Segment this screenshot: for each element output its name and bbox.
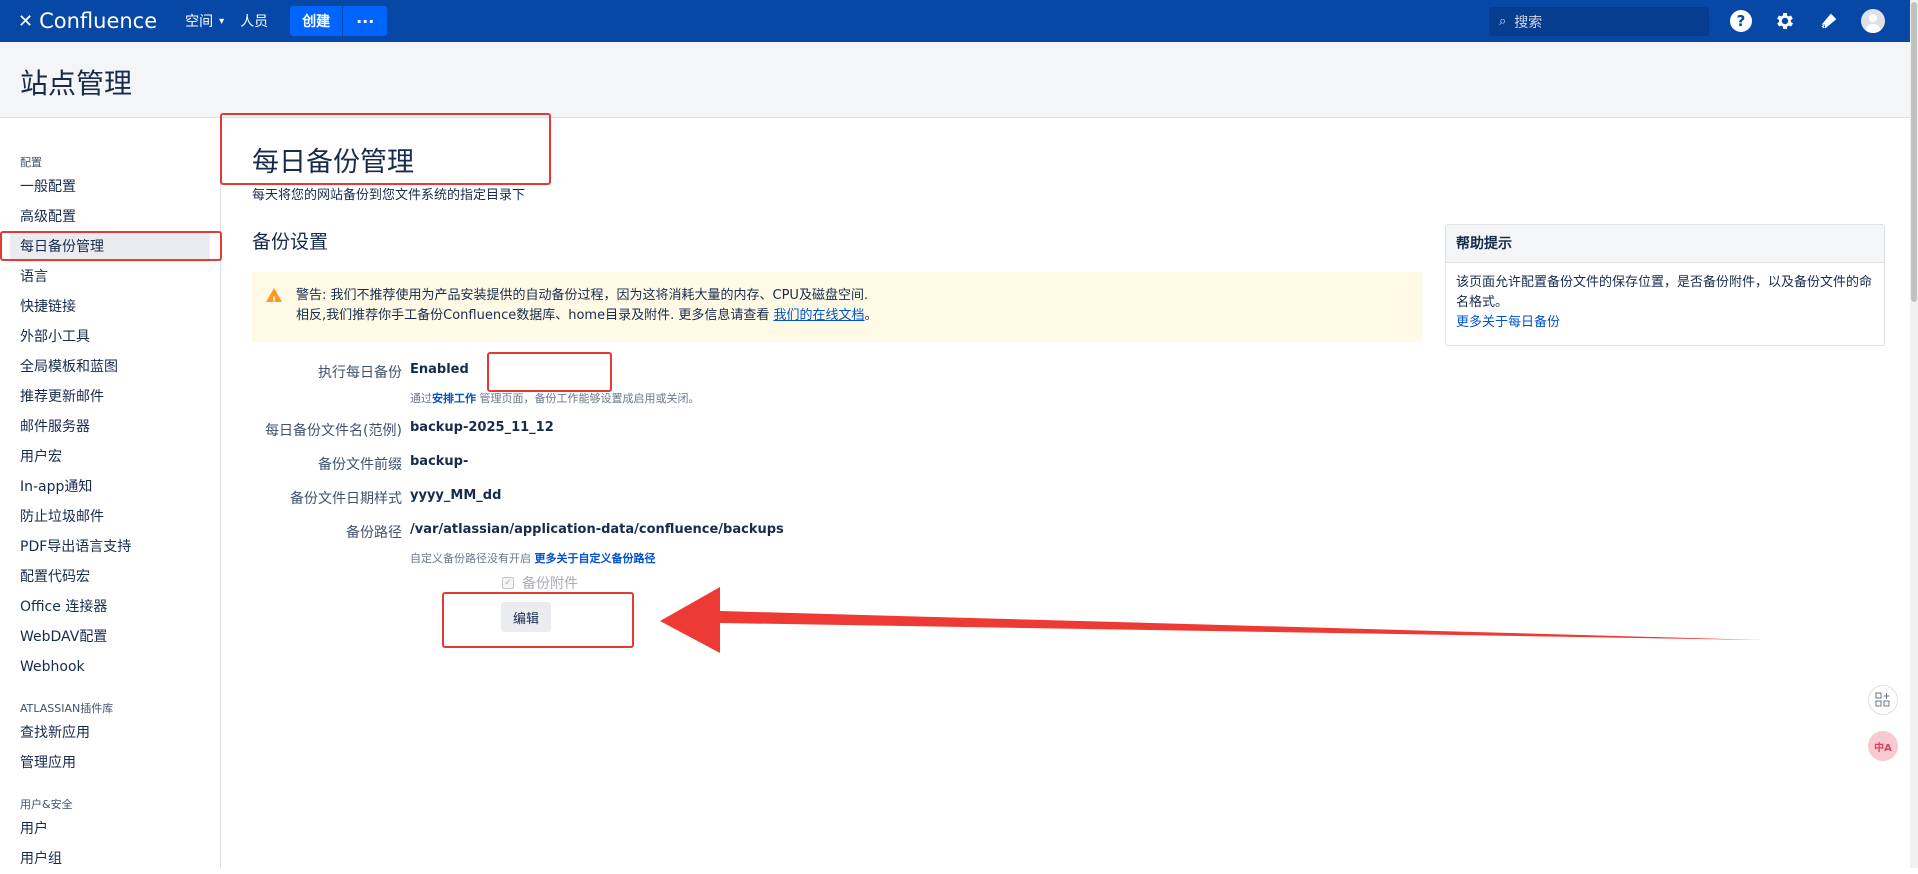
annotation-arrow-icon — [660, 587, 1762, 653]
confluence-logo[interactable]: ✕ Confluence — [18, 9, 157, 33]
filename-value: backup-2025_11_12 — [410, 420, 554, 435]
sidebar-item-code-macro[interactable]: 配置代码宏 — [0, 562, 220, 592]
sidebar-item-spam-prevention[interactable]: 防止垃圾邮件 — [0, 502, 220, 532]
annotation-box-sidebar — [0, 231, 222, 261]
sidebar-item-user-macros[interactable]: 用户宏 — [0, 442, 220, 472]
backup-path-row: 备份路径 /var/atlassian/application-data/con… — [252, 522, 1152, 544]
section-title: 备份设置 — [252, 231, 329, 253]
warning-line-2-suffix: 。 — [864, 308, 878, 323]
sidebar-item-mail-servers[interactable]: 邮件服务器 — [0, 412, 220, 442]
help-tips-title: 帮助提示 — [1446, 225, 1884, 263]
help-tips-body: 该页面允许配置备份文件的保存位置，是否备份附件，以及备份文件的命名格式。 — [1456, 275, 1873, 310]
annotation-box-heading — [220, 113, 551, 185]
sidebar-item-advanced[interactable]: 高级配置 — [0, 202, 220, 232]
sidebar-section-config: 配置 — [20, 156, 42, 169]
search-input[interactable]: ⌕ 搜索 — [1489, 7, 1709, 36]
sidebar-item-office-connector[interactable]: Office 连接器 — [0, 592, 220, 622]
nav-spaces-label: 空间 — [185, 14, 214, 30]
warning-icon: ! — [266, 288, 282, 306]
page-description: 每天将您的网站备份到您文件系统的指定目录下 — [252, 188, 526, 203]
chevron-down-icon: ▾ — [219, 15, 225, 27]
search-placeholder: 搜索 — [1514, 14, 1543, 31]
sidebar-section-marketplace: ATLASSIAN插件库 — [20, 702, 114, 715]
prefix-value: backup- — [410, 454, 469, 469]
sidebar-item-webhook[interactable]: Webhook — [0, 652, 220, 682]
scheduled-jobs-link[interactable]: 安排工作 — [432, 392, 476, 405]
sidebar-item-shortcut-links[interactable]: 快捷链接 — [0, 292, 220, 322]
custom-path-link[interactable]: 更多关于自定义备份路径 — [535, 552, 656, 565]
sidebar-item-manage-apps[interactable]: 管理应用 — [0, 748, 220, 778]
scrollbar-thumb[interactable] — [1911, 2, 1917, 302]
sidebar-item-pdf-language[interactable]: PDF导出语言支持 — [0, 532, 220, 562]
help-icon[interactable]: ? — [1728, 8, 1754, 34]
notification-icon[interactable] — [1816, 8, 1842, 34]
sidebar-item-find-apps[interactable]: 查找新应用 — [0, 718, 220, 748]
sidebar-item-external-gadgets[interactable]: 外部小工具 — [0, 322, 220, 352]
user-avatar[interactable] — [1860, 8, 1886, 34]
sidebar-item-recommended-email[interactable]: 推荐更新邮件 — [0, 382, 220, 412]
attachments-label: 备份附件 — [522, 576, 578, 592]
translate-icon[interactable]: 中A — [1868, 731, 1898, 761]
prefix-row: 备份文件前缀 backup- — [252, 454, 1152, 476]
nav-people-label: 人员 — [240, 14, 269, 30]
date-format-value: yyyy_MM_dd — [410, 488, 502, 503]
main-content: 每日备份管理 每天将您的网站备份到您文件系统的指定目录下 备份设置 ! 警告: … — [222, 118, 1910, 868]
apps-grid-icon[interactable] — [1868, 685, 1898, 715]
schedule-note: 通过安排工作 管理页面，备份工作能够设置成启用或关闭。 — [410, 390, 700, 406]
daily-backup-row: 执行每日备份 Enabled — [252, 362, 1152, 384]
backup-path-label: 备份路径 — [346, 525, 402, 541]
create-button[interactable]: 创建 — [290, 6, 343, 36]
nav-people[interactable]: 人员 — [232, 0, 276, 42]
attachments-checkbox-row: ✓ 备份附件 — [502, 573, 578, 593]
nav-spaces[interactable]: 空间 ▾ — [177, 0, 232, 42]
date-format-row: 备份文件日期样式 yyyy_MM_dd — [252, 488, 1152, 510]
sidebar-item-in-app-notifications[interactable]: In-app通知 — [0, 472, 220, 502]
gear-icon[interactable] — [1772, 8, 1798, 34]
confluence-logo-icon: ✕ — [18, 10, 34, 32]
filename-row: 每日备份文件名(范例) backup-2025_11_12 — [252, 420, 1152, 442]
warning-line-2: 相反,我们推荐你手工备份Confluence数据库、home目录及附件. 更多信… — [296, 306, 1422, 326]
backup-path-value: /var/atlassian/application-data/confluen… — [410, 522, 784, 537]
help-tips-panel: 帮助提示 该页面允许配置备份文件的保存位置，是否备份附件，以及备份文件的命名格式… — [1445, 224, 1885, 346]
sidebar-section-users-security: 用户&安全 — [20, 798, 73, 811]
schedule-note-prefix: 通过 — [410, 392, 432, 405]
annotation-box-enabled — [487, 352, 612, 392]
date-format-label: 备份文件日期样式 — [290, 491, 402, 507]
filename-label: 每日备份文件名(范例) — [265, 423, 402, 439]
online-docs-link[interactable]: 我们的在线文档 — [773, 308, 864, 323]
attachments-checkbox: ✓ — [502, 577, 514, 589]
annotation-box-edit — [442, 592, 634, 648]
daily-backup-label: 执行每日备份 — [318, 365, 402, 381]
page-title: 站点管理 — [20, 67, 133, 100]
logo-text: Confluence — [39, 9, 158, 33]
sidebar-item-groups[interactable]: 用户组 — [0, 844, 220, 874]
sidebar-item-language[interactable]: 语言 — [0, 262, 220, 292]
warning-line-2-text: 相反,我们推荐你手工备份Confluence数据库、home目录及附件. 更多信… — [296, 308, 774, 323]
sidebar-item-global-templates[interactable]: 全局模板和蓝图 — [0, 352, 220, 382]
schedule-note-suffix: 管理页面，备份工作能够设置成启用或关闭。 — [476, 392, 700, 405]
page-header: 站点管理 — [0, 42, 1910, 118]
path-note: 自定义备份路径没有开启 更多关于自定义备份路径 — [410, 550, 656, 566]
sidebar-item-general[interactable]: 一般配置 — [0, 172, 220, 202]
more-about-daily-backup-link[interactable]: 更多关于每日备份 — [1456, 315, 1560, 330]
path-note-prefix: 自定义备份路径没有开启 — [410, 552, 535, 565]
prefix-label: 备份文件前缀 — [318, 457, 402, 473]
search-icon: ⌕ — [1499, 14, 1507, 29]
daily-backup-value: Enabled — [410, 362, 469, 377]
sidebar-item-webdav[interactable]: WebDAV配置 — [0, 622, 220, 652]
top-navigation-bar: ✕ Confluence 空间 ▾ 人员 创建 ··· ⌕ 搜索 ? — [0, 0, 1910, 42]
more-button[interactable]: ··· — [343, 6, 388, 36]
sidebar-item-users[interactable]: 用户 — [0, 814, 220, 844]
warning-line-1: 警告: 我们不推荐使用为产品安装提供的自动备份过程，因为这将消耗大量的内存、CP… — [296, 288, 869, 303]
warning-banner: ! 警告: 我们不推荐使用为产品安装提供的自动备份过程，因为这将消耗大量的内存、… — [252, 272, 1422, 342]
